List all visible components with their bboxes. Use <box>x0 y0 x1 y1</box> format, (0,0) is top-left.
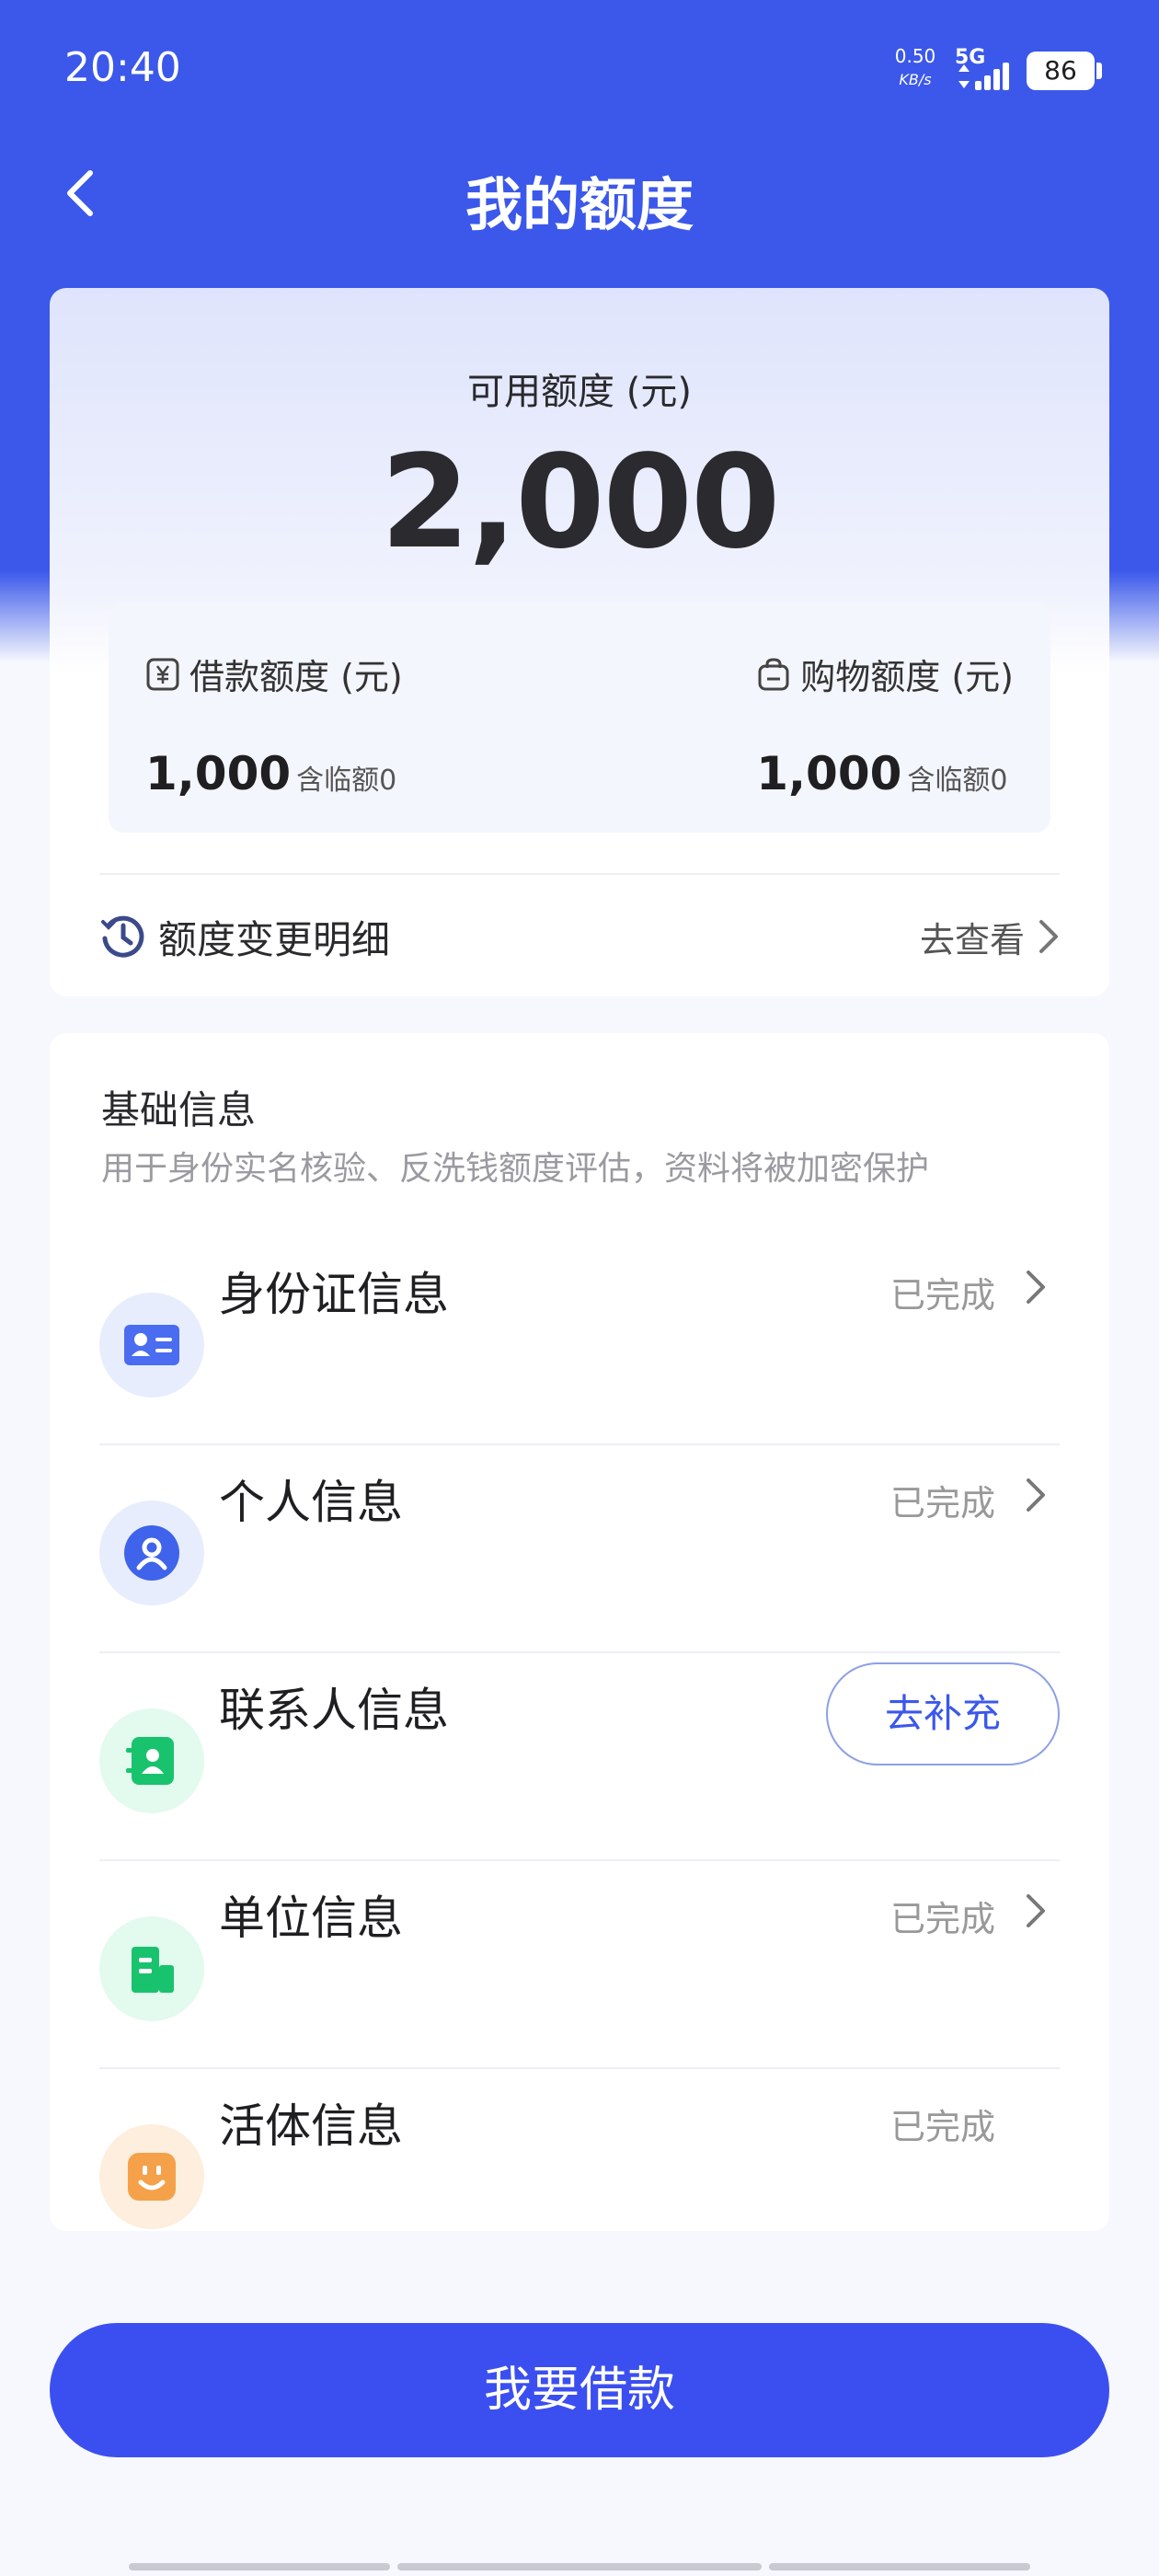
history-clock-icon <box>101 915 144 958</box>
info-item-contacts[interactable]: 联系人信息 去补充 <box>99 1653 1060 1861</box>
basic-info-title: 基础信息 <box>101 1087 257 1133</box>
network-speed: 0.50 KB/s <box>892 44 938 92</box>
info-item-employer[interactable]: 单位信息 已完成 <box>99 1861 1060 2069</box>
info-item-name: 个人信息 <box>219 1476 403 1529</box>
building-icon <box>99 1916 204 2021</box>
info-item-name: 联系人信息 <box>219 1684 449 1737</box>
gesture-bar-left <box>129 2563 390 2570</box>
shopping-quota: 购物额度 (元) 1,000 含临额0 <box>756 649 1014 800</box>
info-item-status: 已完成 <box>889 1899 995 1939</box>
loan-quota-label: 借款额度 (元) <box>189 657 403 697</box>
status-bar: 20:40 0.50 KB/s 5G 86 <box>0 0 1159 138</box>
quota-card: 可用额度 (元) 2,000 借款额度 (元) 1,000 含临额0 购物额度 … <box>50 288 1109 996</box>
supplement-button[interactable]: 去补充 <box>826 1662 1060 1765</box>
quota-history-label: 额度变更明细 <box>158 916 391 962</box>
network-speed-unit: KB/s <box>899 71 932 88</box>
id-card-icon <box>99 1293 204 1397</box>
info-item-name: 单位信息 <box>219 1892 403 1945</box>
shopping-quota-label: 购物额度 (元) <box>800 657 1014 697</box>
signal-icon <box>958 63 1009 90</box>
shopping-bag-icon <box>758 657 789 690</box>
battery-indicator: 86 <box>1027 52 1102 90</box>
chevron-right-icon <box>1027 1271 1045 1304</box>
loan-quota-value: 1,000 <box>145 747 292 800</box>
available-quota-amount: 2,000 <box>380 428 781 578</box>
info-item-status: 已完成 <box>889 1275 995 1316</box>
info-item-status: 已完成 <box>889 1483 995 1524</box>
borrow-button[interactable]: 我要借款 <box>50 2323 1109 2457</box>
gesture-bar-right <box>769 2563 1030 2570</box>
info-item-id-card[interactable]: 身份证信息 已完成 <box>99 1237 1060 1445</box>
basic-info-description: 用于身份实名核验、反洗钱额度评估，资料将被加密保护 <box>101 1150 930 1188</box>
contact-book-icon <box>99 1708 204 1813</box>
info-item-personal[interactable]: 个人信息 已完成 <box>99 1445 1060 1653</box>
chevron-right-icon <box>1027 1478 1045 1512</box>
person-icon <box>99 1501 204 1605</box>
loan-quota-note: 含临额0 <box>296 765 397 797</box>
quota-history-row[interactable]: 额度变更明细 去查看 <box>99 877 1060 996</box>
yuan-note-icon <box>146 658 179 690</box>
available-quota-label: 可用额度 (元) <box>467 371 692 413</box>
info-item-name: 身份证信息 <box>219 1268 449 1321</box>
info-item-name: 活体信息 <box>219 2099 403 2153</box>
info-item-liveness[interactable]: 活体信息 已完成 <box>99 2069 1060 2231</box>
chevron-right-icon <box>1027 1894 1045 1927</box>
quota-breakdown: 借款额度 (元) 1,000 含临额0 购物额度 (元) 1,000 含临额0 <box>109 603 1050 833</box>
loan-quota: 借款额度 (元) 1,000 含临额0 <box>145 649 403 800</box>
page-title: 我的额度 <box>465 171 694 238</box>
shopping-quota-value: 1,000 <box>756 747 902 800</box>
gesture-bar-center <box>397 2563 762 2570</box>
basic-info-card: 基础信息 用于身份实名核验、反洗钱额度评估，资料将被加密保护 身份证信息 已完成 <box>50 1033 1109 2231</box>
view-history-link[interactable]: 去查看 <box>920 912 1025 962</box>
face-icon <box>99 2124 204 2229</box>
status-time: 20:40 <box>64 44 181 91</box>
divider <box>99 873 1060 875</box>
chevron-right-icon <box>1039 920 1058 953</box>
network-speed-value: 0.50 <box>894 45 936 67</box>
shopping-quota-note: 含临额0 <box>907 765 1008 797</box>
info-item-status: 已完成 <box>889 2107 995 2147</box>
